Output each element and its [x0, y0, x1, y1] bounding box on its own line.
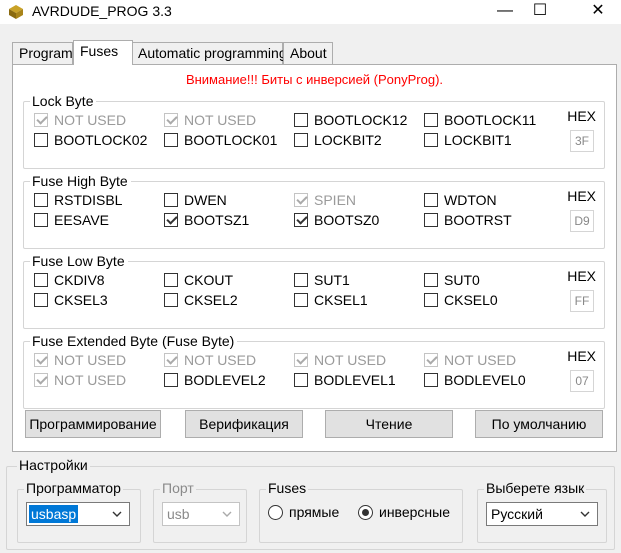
fuse-high-byte-group: Fuse High Byte RSTDISBL DWEN SPIEN WDTON…	[23, 173, 605, 249]
verify-button[interactable]: Верификация	[185, 410, 303, 438]
radio-inverse-circle	[358, 505, 373, 520]
maximize-button[interactable]: ☐	[518, 0, 562, 24]
chevron-down-icon	[222, 511, 232, 517]
settings-group: Настройки Программатор usbasp Порт usb F…	[6, 457, 615, 550]
radio-direct-circle	[268, 505, 283, 520]
tab-fuses[interactable]: Fuses	[73, 40, 133, 65]
low-hex-value: FF	[570, 290, 594, 312]
window-title: AVRDUDE_PROG 3.3	[32, 3, 172, 19]
group-title: Fuse High Byte	[30, 173, 131, 189]
hex-label: HEX	[567, 268, 596, 284]
port-select: usb	[162, 502, 240, 526]
close-button[interactable]: ✕	[576, 0, 620, 24]
port-value: usb	[167, 506, 190, 522]
language-value: Русский	[491, 506, 543, 522]
tab-automatic-programming[interactable]: Automatic programming	[131, 42, 287, 64]
hex-label: HEX	[567, 108, 596, 124]
tab-about[interactable]: About	[283, 42, 333, 64]
title-bar: AVRDUDE_PROG 3.3 — ☐ ✕	[0, 0, 621, 24]
port-group: Порт usb	[153, 480, 247, 543]
group-title: Fuse Extended Byte (Fuse Byte)	[30, 333, 238, 349]
high-hex-value: D9	[570, 210, 594, 232]
fuse-low-byte-group: Fuse Low Byte CKDIV8 CKOUT SUT1 SUT0 CKS…	[23, 253, 605, 329]
fuses-mode-label: Fuses	[266, 480, 309, 496]
group-title: Lock Byte	[30, 93, 97, 109]
programmer-select[interactable]: usbasp	[26, 502, 130, 526]
read-button[interactable]: Чтение	[325, 410, 453, 438]
inversion-warning: Внимание!!! Биты с инверсией (PonyProg).	[185, 72, 444, 87]
settings-title: Настройки	[17, 457, 90, 473]
ext-hex-value: 07	[570, 370, 594, 392]
tab-program[interactable]: Program	[12, 42, 73, 64]
programmer-group: Программатор usbasp	[17, 480, 141, 543]
hex-label: HEX	[567, 188, 596, 204]
fuses-mode-group: Fuses прямые инверсные	[259, 480, 463, 543]
lock-byte-group: Lock Byte NOT USED NOT USED BOOTLOCK12 B…	[23, 93, 605, 169]
group-title: Fuse Low Byte	[30, 253, 128, 269]
language-group: Выберете язык Русский	[477, 480, 607, 543]
chevron-down-icon	[112, 511, 122, 517]
app-icon	[9, 5, 23, 19]
program-button[interactable]: Программирование	[25, 410, 161, 438]
language-label: Выберете язык	[484, 480, 587, 496]
hex-label: HEX	[567, 348, 596, 364]
chevron-down-icon	[580, 511, 590, 517]
language-select[interactable]: Русский	[486, 502, 598, 526]
fuse-extended-byte-group: Fuse Extended Byte (Fuse Byte) NOT USED …	[23, 333, 605, 409]
fuses-panel: Внимание!!! Биты с инверсией (PonyProg).…	[12, 64, 617, 452]
lock-hex-value: 3F	[570, 130, 594, 152]
default-button[interactable]: По умолчанию	[475, 410, 603, 438]
programmer-value: usbasp	[29, 505, 79, 523]
programmer-label: Программатор	[24, 480, 123, 496]
port-label: Порт	[160, 480, 196, 496]
